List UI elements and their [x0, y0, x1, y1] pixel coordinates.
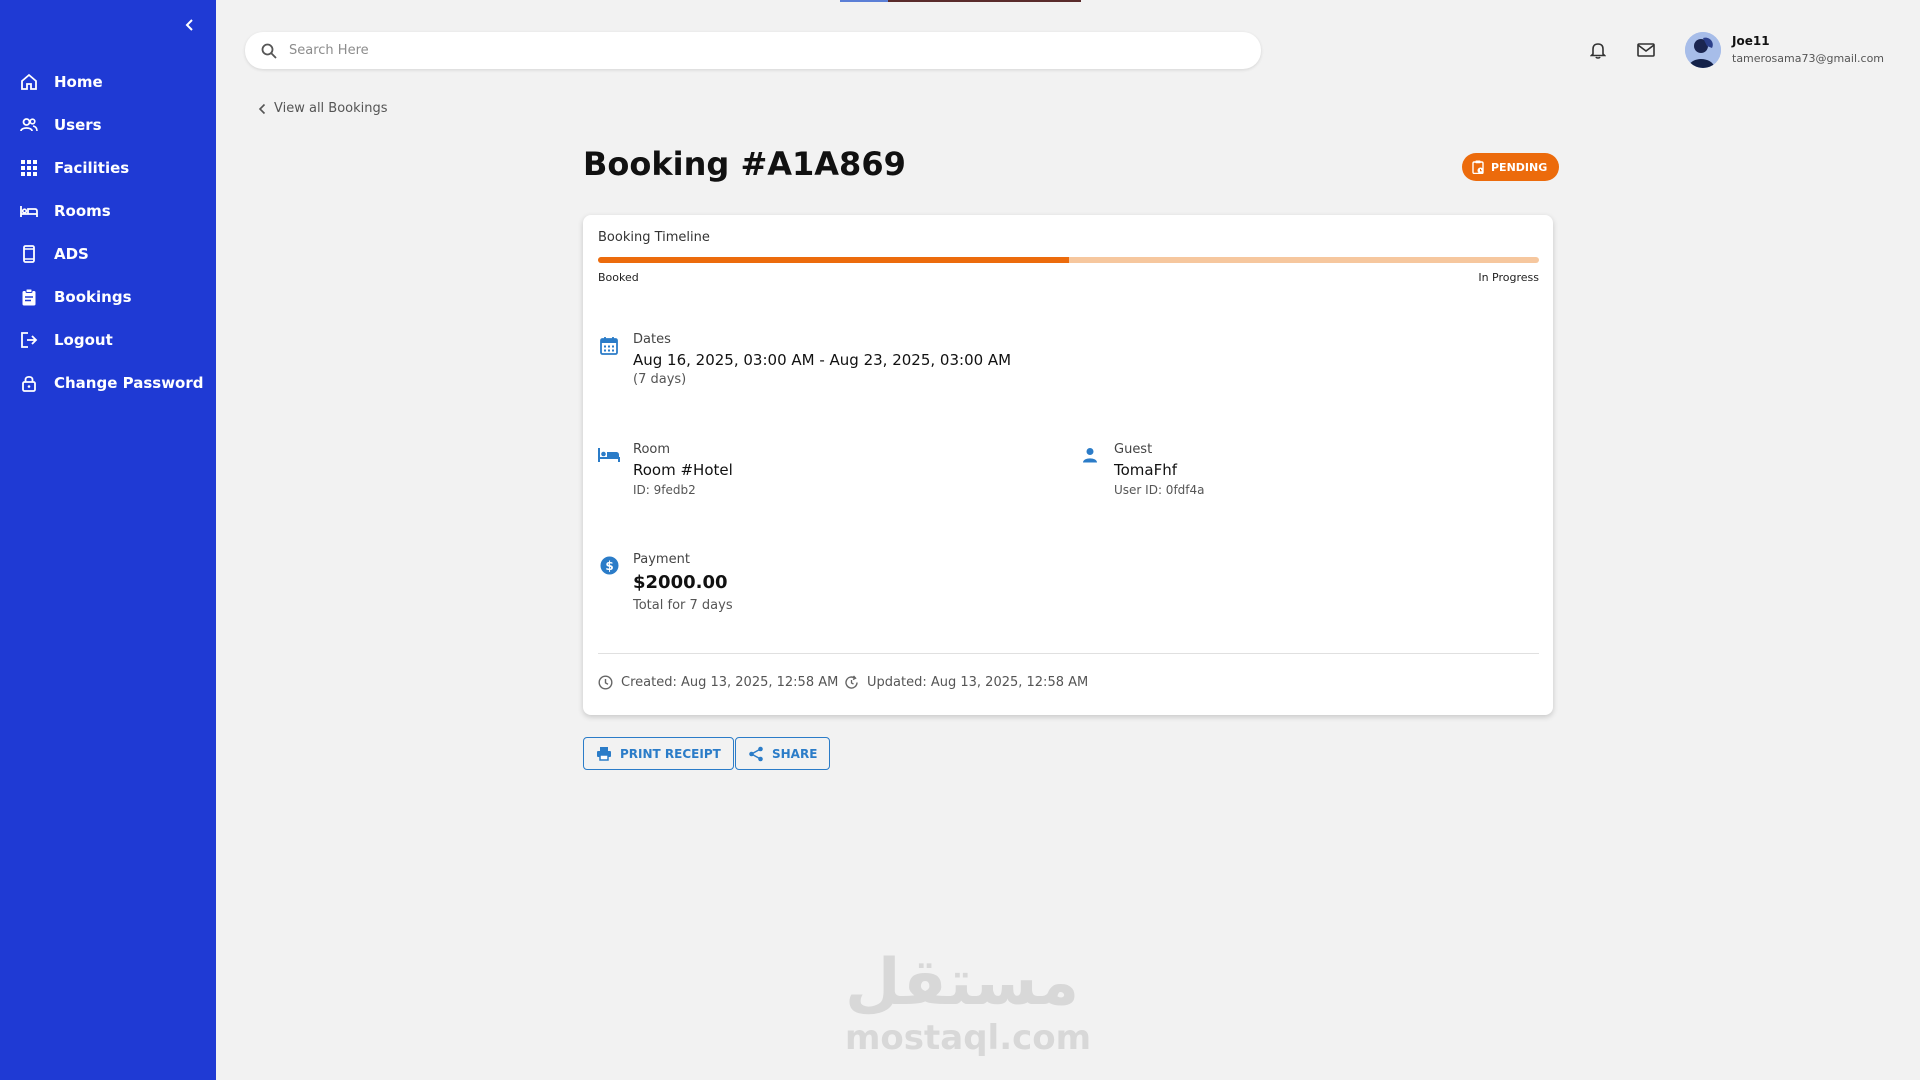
bed-icon — [598, 444, 620, 466]
chevron-left-icon — [258, 103, 266, 114]
sidebar-item-label: ADS — [54, 244, 89, 263]
share-label: SHARE — [772, 746, 818, 761]
dates-value: Aug 16, 2025, 03:00 AM - Aug 23, 2025, 0… — [633, 351, 1012, 369]
sidebar-item-bookings[interactable]: Bookings — [0, 275, 216, 318]
phone-icon — [20, 244, 38, 263]
created-text: Created: Aug 13, 2025, 12:58 AM — [621, 675, 839, 690]
search-bar[interactable] — [245, 32, 1261, 69]
sidebar-item-label: Facilities — [54, 158, 130, 177]
guest-user-id: User ID: 0fdf4a — [1114, 483, 1205, 497]
dollar-icon: $ — [598, 554, 620, 576]
watermark: مستقل mostaql.com — [845, 946, 1092, 1068]
status-label: PENDING — [1491, 160, 1548, 174]
payment-note: Total for 7 days — [633, 598, 733, 613]
dates-field: Dates Aug 16, 2025, 03:00 AM - Aug 23, 2… — [598, 332, 1098, 392]
guest-label: Guest — [1114, 442, 1153, 457]
messages-button[interactable] — [1636, 40, 1656, 60]
users-icon — [20, 116, 38, 134]
search-input[interactable] — [289, 43, 1189, 58]
person-icon — [1079, 444, 1101, 466]
room-label: Room — [633, 442, 671, 457]
avatar[interactable] — [1685, 32, 1721, 68]
print-receipt-button[interactable]: PRINT RECEIPT — [583, 737, 734, 770]
view-all-bookings-link[interactable]: View all Bookings — [258, 101, 388, 116]
pending-clipboard-icon — [1472, 160, 1485, 174]
dates-duration: (7 days) — [633, 372, 687, 387]
booking-details-card: Booking Timeline Booked In Progress Date… — [583, 215, 1553, 715]
timeline-title: Booking Timeline — [598, 230, 710, 245]
back-link-label: View all Bookings — [274, 101, 388, 116]
share-button[interactable]: SHARE — [735, 737, 831, 770]
updated-text: Updated: Aug 13, 2025, 12:58 AM — [867, 675, 1089, 690]
sidebar-item-logout[interactable]: Logout — [0, 318, 216, 361]
sidebar-item-label: Rooms — [54, 201, 111, 220]
sidebar-item-label: Users — [54, 115, 102, 134]
notifications-button[interactable] — [1588, 40, 1608, 60]
user-name: Joe11 — [1732, 34, 1770, 48]
card-divider — [598, 653, 1539, 654]
print-receipt-label: PRINT RECEIPT — [620, 746, 721, 761]
sidebar-item-ads[interactable]: ADS — [0, 232, 216, 275]
payment-label: Payment — [633, 552, 690, 567]
collapse-sidebar-button[interactable] — [178, 14, 200, 36]
chevron-left-icon — [185, 19, 193, 31]
room-value: Room #Hotel — [633, 461, 733, 479]
page-title: Booking #A1A869 — [583, 145, 906, 183]
sidebar-item-label: Logout — [54, 330, 113, 349]
mail-icon — [1637, 43, 1655, 57]
clipboard-icon — [20, 288, 38, 306]
top-strip-dark — [888, 0, 1081, 2]
sidebar-item-change-password[interactable]: Change Password — [0, 361, 216, 404]
user-email: tamerosama73@gmail.com — [1732, 52, 1885, 65]
timeline-end-label: In Progress — [1478, 271, 1539, 284]
timeline-start-label: Booked — [598, 271, 639, 284]
home-icon — [20, 73, 38, 91]
sidebar-item-users[interactable]: Users — [0, 103, 216, 146]
booking-progress-fill — [598, 257, 1069, 263]
guest-value: TomaFhf — [1114, 461, 1178, 479]
sidebar-item-facilities[interactable]: Facilities — [0, 146, 216, 189]
share-icon — [748, 746, 764, 762]
search-icon — [261, 43, 277, 59]
sidebar: Home Users Facilities Rooms ADS Bookings… — [0, 0, 216, 1080]
lock-icon — [20, 374, 38, 392]
payment-field: $ Payment $2000.00 Total for 7 days — [598, 552, 998, 622]
sidebar-item-home[interactable]: Home — [0, 60, 216, 103]
updated-timestamp: Updated: Aug 13, 2025, 12:58 AM — [844, 675, 1088, 690]
room-field: Room Room #Hotel ID: 9fedb2 — [598, 442, 998, 502]
logout-icon — [20, 331, 38, 349]
top-strip-blue — [840, 0, 888, 2]
bell-icon — [1590, 43, 1606, 59]
sidebar-item-label: Bookings — [54, 287, 132, 306]
status-badge: PENDING — [1462, 153, 1560, 181]
clock-icon — [598, 675, 613, 690]
booking-progress-bar — [598, 257, 1539, 263]
dates-label: Dates — [633, 332, 671, 347]
printer-icon — [596, 746, 612, 761]
bed-icon — [20, 202, 38, 220]
watermark-arabic: مستقل — [845, 946, 1080, 1020]
created-timestamp: Created: Aug 13, 2025, 12:58 AM — [598, 675, 838, 690]
refresh-icon — [844, 675, 859, 690]
payment-amount: $2000.00 — [633, 572, 728, 593]
sidebar-nav: Home Users Facilities Rooms ADS Bookings… — [0, 60, 216, 404]
sidebar-item-label: Home — [54, 72, 103, 91]
room-id: ID: 9fedb2 — [633, 483, 696, 497]
sidebar-item-rooms[interactable]: Rooms — [0, 189, 216, 232]
sidebar-item-label: Change Password — [54, 373, 204, 392]
calendar-icon — [598, 334, 620, 356]
guest-field: Guest TomaFhf User ID: 0fdf4a — [1079, 442, 1479, 502]
svg-text:$: $ — [605, 559, 613, 573]
watermark-latin: mostaql.com — [845, 1018, 1092, 1058]
grid-icon — [20, 159, 38, 177]
